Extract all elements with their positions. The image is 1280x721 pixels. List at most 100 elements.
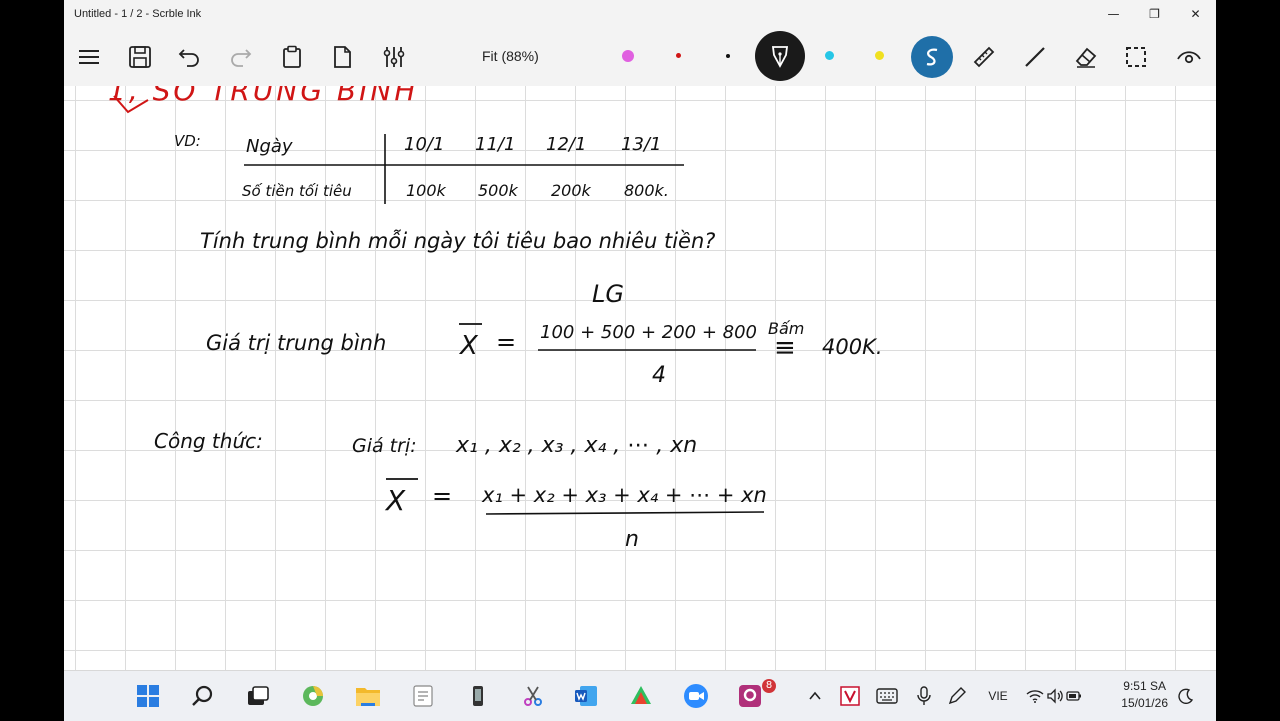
formula-numerator: x₁ + x₂ + x₃ + x₄ + ⋯ + xn <box>481 483 767 507</box>
system-clock[interactable]: 9:51 SA 15/01/26 <box>1121 678 1168 712</box>
search-button[interactable] <box>189 682 217 710</box>
battery-icon <box>1066 691 1081 701</box>
save-button[interactable] <box>122 39 158 75</box>
phone-app-icon <box>473 686 483 706</box>
word-app-icon <box>575 686 597 706</box>
window-controls: — ❐ ✕ <box>1093 0 1216 28</box>
eraser-icon <box>1075 47 1097 68</box>
mean-equals: = <box>496 328 516 356</box>
menu-button[interactable] <box>71 39 107 75</box>
microphone-icon <box>917 686 931 705</box>
taskbar-file-explorer[interactable] <box>354 682 382 710</box>
color-yellow[interactable] <box>875 51 884 60</box>
windows-taskbar: 8 VIE 9:51 SA 15/01/26 <box>64 670 1216 721</box>
ruler-tool[interactable] <box>966 39 1002 75</box>
close-button[interactable]: ✕ <box>1175 0 1216 28</box>
handwriting-layer: 1, SỐ TRUNG BÌNH VD: Ngày 10/1 11/1 12/1… <box>108 86 883 552</box>
select-tool[interactable] <box>1118 39 1154 75</box>
ink-canvas[interactable]: 1, SỐ TRUNG BÌNH VD: Ngày 10/1 11/1 12/1… <box>64 86 1216 670</box>
taskbar-app-zoom[interactable] <box>682 682 710 710</box>
zoom-notification-badge: 8 <box>762 679 776 693</box>
task-view-button[interactable] <box>244 682 272 710</box>
notes-app-icon <box>413 685 433 707</box>
tray-microphone[interactable] <box>914 685 934 707</box>
table-date-4: 13/1 <box>621 134 661 155</box>
color-red[interactable] <box>676 53 681 58</box>
example-label: VD: <box>174 132 201 150</box>
windows-logo-icon <box>137 685 159 707</box>
eraser-tool[interactable] <box>1068 39 1104 75</box>
color-magenta[interactable] <box>622 50 634 62</box>
clock-time: 9:51 SA <box>1123 679 1166 693</box>
shape-tool[interactable] <box>911 36 953 78</box>
formula-equals: = <box>432 482 452 510</box>
zoom-level[interactable]: Fit (88%) <box>482 48 539 64</box>
section-heading: 1, SỐ TRUNG BÌNH <box>108 86 418 107</box>
undo-button[interactable] <box>172 39 208 75</box>
mean-denominator: 4 <box>652 363 666 388</box>
fountain-pen-icon <box>771 46 789 68</box>
chevron-up-icon <box>809 691 821 700</box>
taskbar-app-browser[interactable] <box>299 682 327 710</box>
pen-icon <box>948 687 966 705</box>
taskbar-app-snipping[interactable] <box>519 682 547 710</box>
settings-button[interactable] <box>376 39 412 75</box>
formula-denominator: n <box>625 527 639 552</box>
formula-symbol: X <box>384 484 406 517</box>
taskbar-app-phone[interactable] <box>464 682 492 710</box>
mean-numerator: 100 + 500 + 200 + 800 <box>540 322 757 343</box>
mean-symbol: X <box>458 331 479 361</box>
tray-overflow-button[interactable] <box>806 685 824 707</box>
undo-icon <box>178 49 199 67</box>
taskbar-app-word[interactable] <box>572 682 600 710</box>
taskbar-app-paint[interactable] <box>627 682 655 710</box>
clock-date: 15/01/26 <box>1121 696 1168 710</box>
s-curve-icon <box>926 48 938 66</box>
browser-app-icon <box>303 686 323 706</box>
line-tool[interactable] <box>1017 39 1053 75</box>
tray-keyboard[interactable] <box>875 685 899 707</box>
restore-button[interactable]: ❐ <box>1134 0 1175 28</box>
window-title: Untitled - 1 / 2 - Scrble Ink <box>74 8 202 20</box>
formula-fraction-bar <box>485 511 765 515</box>
minimize-button[interactable]: — <box>1093 0 1134 28</box>
keyboard-icon <box>876 688 898 704</box>
tray-pen-menu[interactable] <box>946 685 968 707</box>
table-row2-header: Số tiền tối tiêu <box>242 182 352 200</box>
formula-label: Công thức: <box>154 429 263 453</box>
folder-icon <box>356 688 380 706</box>
selection-icon <box>1126 47 1146 67</box>
paste-button[interactable] <box>274 39 310 75</box>
color-black[interactable] <box>726 54 730 58</box>
hamburger-icon <box>79 50 99 64</box>
redo-button[interactable] <box>222 39 258 75</box>
approx-sign: ≡ <box>774 333 796 363</box>
values-label: Giá trị: <box>352 435 417 457</box>
scrble-ink-window: Untitled - 1 / 2 - Scrble Ink — ❐ ✕ Fit … <box>64 0 1216 720</box>
moon-icon <box>1178 688 1194 704</box>
table-date-1: 10/1 <box>404 134 444 155</box>
zoom-app-icon <box>684 684 708 708</box>
view-button[interactable] <box>1171 39 1207 75</box>
start-button[interactable] <box>134 682 162 710</box>
color-cyan[interactable] <box>825 51 834 60</box>
ruler-icon <box>973 46 995 68</box>
fountain-pen-tool[interactable] <box>755 31 805 81</box>
page-button[interactable] <box>324 39 360 75</box>
values-list: x₁ , x₂ , x₃ , x₄ , ⋯ , xn <box>455 433 697 458</box>
pdf-app-icon <box>739 685 761 707</box>
taskbar-app-pdf[interactable] <box>736 682 764 710</box>
focus-assist-button[interactable] <box>1176 685 1196 707</box>
eye-icon <box>1177 51 1201 64</box>
table-amount-2: 500k <box>478 181 519 200</box>
mean-result: 400K. <box>822 335 883 359</box>
taskbar-app-notes[interactable] <box>409 682 437 710</box>
language-indicator[interactable]: VIE <box>982 685 1014 707</box>
v-app-icon <box>840 686 860 706</box>
sliders-icon <box>383 47 405 67</box>
redo-icon <box>231 49 252 67</box>
table-amount-3: 200k <box>551 181 592 200</box>
tray-network-volume-battery[interactable] <box>1026 685 1082 707</box>
scissors-icon <box>524 686 542 706</box>
tray-app-v[interactable] <box>839 685 861 707</box>
